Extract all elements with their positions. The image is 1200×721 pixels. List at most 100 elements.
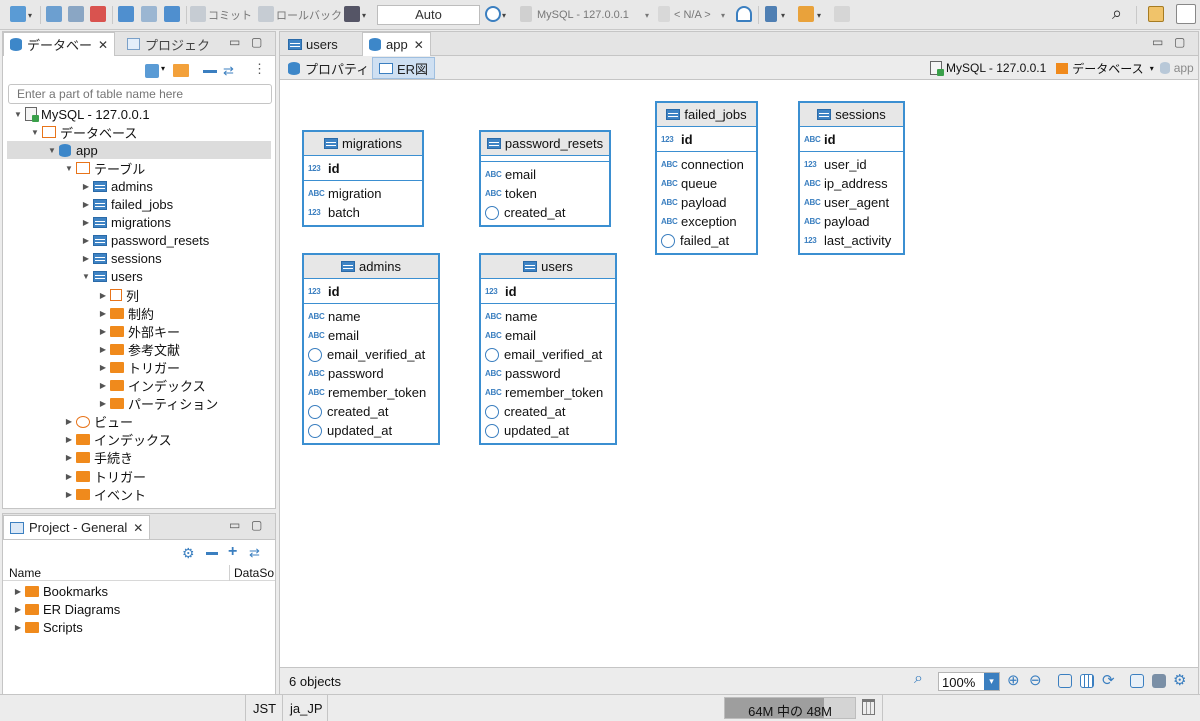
link-with-editor-icon[interactable]: ⇄	[223, 63, 234, 79]
expand-arrow-open-icon[interactable]: ▼	[13, 110, 23, 119]
entity-field[interactable]: ABC name	[485, 307, 611, 326]
chevron-down-icon[interactable]: ▾	[984, 673, 999, 690]
tree-item[interactable]: ▶ password_resets	[81, 232, 209, 250]
er-entity-admins[interactable]: admins 123 id ABC name ABC email email_verified…	[302, 253, 440, 445]
refresh-icon[interactable]: ⟳	[1102, 671, 1115, 689]
active-connection-selector[interactable]: MySQL - 127.0.0.1	[537, 6, 629, 24]
tab-database-navigator[interactable]: データベー ✕	[3, 32, 116, 56]
table-filter-input[interactable]	[8, 84, 272, 104]
expand-arrow-closed-icon[interactable]: ▶	[64, 435, 74, 444]
breadcrumb-connection[interactable]: MySQL - 127.0.0.1	[946, 61, 1046, 75]
entity-field[interactable]: ABC name	[308, 307, 434, 326]
tree-item[interactable]: ▶ 手続き	[64, 449, 133, 467]
link-with-editor-icon[interactable]: ⇄	[249, 545, 260, 561]
expand-arrow-closed-icon[interactable]: ▶	[64, 472, 74, 481]
back-icon[interactable]	[834, 6, 850, 22]
grid-icon[interactable]	[1080, 674, 1094, 688]
tab-app[interactable]: app ✕	[362, 32, 431, 56]
entity-key-field[interactable]: 123 id	[485, 282, 611, 301]
expand-arrow-open-icon[interactable]: ▼	[81, 272, 91, 281]
tree-item[interactable]: ▶ sessions	[81, 250, 162, 268]
entity-field[interactable]: ABC email	[485, 165, 605, 184]
tree-item[interactable]: ▼ データベース	[30, 123, 137, 141]
entity-field[interactable]: 123 user_id	[804, 155, 899, 174]
chevron-down-icon[interactable]: ▾	[781, 6, 785, 24]
er-entity-users[interactable]: users 123 id ABC name ABC email email_verified_…	[479, 253, 617, 445]
expand-arrow-closed-icon[interactable]: ▶	[98, 381, 108, 390]
er-entity-sessions[interactable]: sessions ABC id 123 user_id ABC ip_address ABC u…	[798, 101, 905, 255]
expand-arrow-closed-icon[interactable]: ▶	[64, 417, 74, 426]
new-folder-icon[interactable]	[173, 64, 189, 77]
expand-arrow-closed-icon[interactable]: ▶	[13, 587, 23, 596]
gear-icon[interactable]: ⚙	[1173, 671, 1186, 689]
close-icon[interactable]: ✕	[133, 521, 143, 535]
expand-arrow-closed-icon[interactable]: ▶	[81, 254, 91, 263]
open-recent-sql-icon[interactable]	[141, 6, 157, 22]
chevron-down-icon[interactable]: ▾	[1150, 64, 1154, 73]
entity-field[interactable]: ABC ip_address	[804, 174, 899, 193]
tree-item[interactable]: ▼ MySQL - 127.0.0.1	[13, 105, 150, 123]
garbage-collect-icon[interactable]	[862, 699, 875, 715]
history-icon[interactable]	[485, 6, 501, 22]
tree-item[interactable]: ▶ 列	[98, 286, 139, 304]
zoom-out-icon[interactable]: ⊖	[1029, 671, 1042, 689]
expand-arrow-open-icon[interactable]: ▼	[64, 164, 74, 173]
tree-item[interactable]: ▶ migrations	[81, 214, 171, 232]
entity-field[interactable]: updated_at	[308, 421, 434, 440]
gear-icon[interactable]: ⚙	[182, 545, 195, 562]
tab-project-general[interactable]: Project - General ✕	[3, 515, 151, 539]
entity-field[interactable]: ABC token	[485, 184, 605, 203]
chevron-down-icon[interactable]: ▾	[721, 6, 725, 24]
format-list-icon[interactable]	[765, 6, 777, 22]
tree-item[interactable]: ▶ インデックス	[98, 377, 206, 395]
entity-field[interactable]: ABC payload	[661, 193, 752, 212]
add-icon[interactable]: +	[228, 543, 237, 561]
tree-item[interactable]: ▶ admins	[81, 177, 153, 195]
entity-key-field[interactable]: 123 id	[308, 282, 434, 301]
entity-field[interactable]: ABC user_agent	[804, 193, 899, 212]
minimize-icon[interactable]: ▭	[229, 518, 240, 532]
close-icon[interactable]: ✕	[414, 38, 424, 52]
tree-item[interactable]: ▶ パーティション	[98, 395, 218, 413]
save-image-icon[interactable]	[1130, 674, 1144, 688]
collapse-all-icon[interactable]	[206, 552, 218, 555]
chevron-down-icon[interactable]: ▾	[161, 64, 165, 73]
tree-item[interactable]: ▶ failed_jobs	[81, 196, 173, 214]
entity-field[interactable]: email_verified_at	[308, 345, 434, 364]
er-entity-password_resets[interactable]: password_resets ABC email ABC token created_a…	[479, 130, 611, 227]
entity-field[interactable]: ABC exception	[661, 212, 752, 231]
tree-item[interactable]: ▶ トリガー	[64, 467, 146, 485]
entity-key-field[interactable]: ABC id	[804, 130, 899, 149]
close-icon[interactable]: ✕	[98, 38, 108, 52]
entity-field[interactable]: ABC password	[485, 364, 611, 383]
expand-arrow-closed-icon[interactable]: ▶	[98, 327, 108, 336]
active-schema-selector[interactable]: < N/A >	[674, 6, 711, 24]
expand-arrow-closed-icon[interactable]: ▶	[13, 605, 23, 614]
column-header-name[interactable]: Name	[9, 566, 41, 580]
entity-field[interactable]: created_at	[308, 402, 434, 421]
search-icon[interactable]: ⌕	[1112, 3, 1122, 23]
perspective-icon[interactable]	[1148, 6, 1164, 22]
tab-projects[interactable]: プロジェク	[121, 32, 216, 56]
chevron-down-icon[interactable]: ▾	[645, 6, 649, 24]
project-item[interactable]: ▶ ER Diagrams	[13, 600, 120, 618]
entity-field[interactable]: 123 last_activity	[804, 231, 899, 250]
tools-icon[interactable]	[798, 6, 814, 22]
tree-item[interactable]: ▶ ビュー	[64, 413, 133, 431]
er-diagram-canvas[interactable]: migrations 123 id ABC migration 123 batch passw…	[280, 81, 1198, 667]
minimize-icon[interactable]: ▭	[229, 35, 240, 49]
project-item[interactable]: ▶ Scripts	[13, 618, 83, 636]
maximize-icon[interactable]: ▢	[251, 35, 262, 49]
entity-field[interactable]: created_at	[485, 203, 605, 222]
entity-field[interactable]: created_at	[485, 402, 611, 421]
entity-field[interactable]: ABC queue	[661, 174, 752, 193]
expand-arrow-closed-icon[interactable]: ▶	[64, 490, 74, 499]
commit-icon[interactable]	[190, 6, 206, 22]
entity-key-field[interactable]: 123 id	[308, 159, 418, 178]
entity-field[interactable]: ABC password	[308, 364, 434, 383]
expand-arrow-closed-icon[interactable]: ▶	[81, 236, 91, 245]
subtab-properties[interactable]: プロパティ	[282, 57, 375, 79]
dbeaver-perspective-icon[interactable]	[1176, 4, 1196, 24]
er-entity-failed_jobs[interactable]: failed_jobs 123 id ABC connection ABC queue ABC…	[655, 101, 758, 255]
expand-arrow-closed-icon[interactable]: ▶	[98, 345, 108, 354]
